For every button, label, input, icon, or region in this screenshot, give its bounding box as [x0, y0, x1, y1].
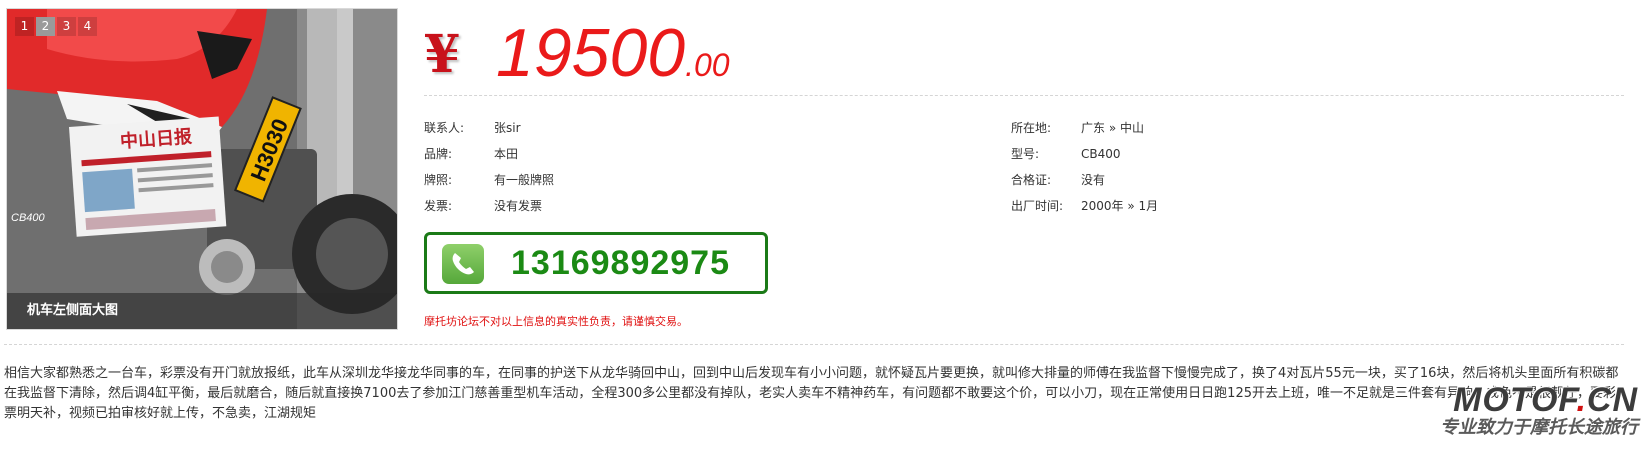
watermark-slogan: 专业致力于摩托长途旅行: [1440, 417, 1638, 438]
date-value: 2000年 » 1月: [1081, 199, 1159, 213]
price-decimal: .00: [685, 47, 730, 83]
watermark-logo-main: MOTOF: [1453, 381, 1577, 419]
currency-symbol: ¥: [424, 24, 461, 85]
phone-contact-box[interactable]: 13169892975: [424, 232, 768, 294]
divider: [4, 344, 1624, 345]
brand-value: 本田: [494, 147, 519, 161]
thumb-1[interactable]: 1: [15, 17, 34, 36]
watermark-logo-dot: .: [1576, 381, 1587, 419]
brand-label: 品牌:: [424, 147, 453, 161]
thumbnail-nav: 1 2 3 4: [15, 17, 97, 36]
plate-label: 牌照:: [424, 173, 453, 187]
listing-description: 相信大家都熟悉之一台车，彩票没有开门就放报纸，此车从深圳龙华接龙华同事的车，在同…: [4, 366, 1619, 421]
phone-icon: [442, 244, 484, 284]
contact-value: 张sir: [494, 121, 521, 135]
photo-caption: 机车左侧面大图: [7, 293, 397, 329]
invoice-value: 没有发票: [494, 199, 543, 213]
divider: [424, 95, 1624, 96]
plate-value: 有一般牌照: [494, 173, 555, 187]
watermark-logo: MOTOF.CN: [1440, 383, 1638, 417]
info-certificate: 合格证: 没有: [1011, 171, 1105, 188]
site-watermark: MOTOF.CN 专业致力于摩托长途旅行: [1440, 383, 1638, 439]
info-model: 型号: CB400: [1011, 145, 1121, 162]
info-plate: 牌照: 有一般牌照: [424, 171, 554, 188]
price-integer: 19500: [496, 15, 686, 91]
info-invoice: 发票: 没有发票: [424, 197, 542, 214]
date-label: 出厂时间:: [1011, 199, 1064, 213]
invoice-label: 发票:: [424, 199, 453, 213]
disclaimer-text: 摩托坊论坛不对以上信息的真实性负责，请谨慎交易。: [424, 315, 688, 328]
certificate-value: 没有: [1081, 173, 1106, 187]
photo-gallery[interactable]: H3030 中山日报 CB400 1 2 3 4 机车左侧面大图: [6, 8, 398, 330]
phone-number[interactable]: 13169892975: [511, 244, 730, 283]
thumb-3[interactable]: 3: [57, 17, 76, 36]
info-contact: 联系人: 张sir: [424, 119, 521, 136]
thumb-2[interactable]: 2: [36, 17, 55, 36]
info-location: 所在地: 广东 » 中山: [1011, 119, 1144, 136]
info-brand: 品牌: 本田: [424, 145, 518, 162]
location-label: 所在地:: [1011, 121, 1052, 135]
model-label: 型号:: [1011, 147, 1040, 161]
motorcycle-photo: H3030 中山日报 CB400: [7, 9, 397, 329]
price-amount: 19500.00: [496, 14, 730, 92]
info-date: 出厂时间: 2000年 » 1月: [1011, 197, 1158, 214]
model-value: CB400: [1081, 147, 1121, 161]
certificate-label: 合格证:: [1011, 173, 1052, 187]
thumb-4[interactable]: 4: [78, 17, 97, 36]
location-value: 广东 » 中山: [1081, 121, 1144, 135]
watermark-logo-tld: CN: [1586, 381, 1638, 419]
contact-label: 联系人:: [424, 121, 465, 135]
model-badge: CB400: [11, 212, 46, 224]
